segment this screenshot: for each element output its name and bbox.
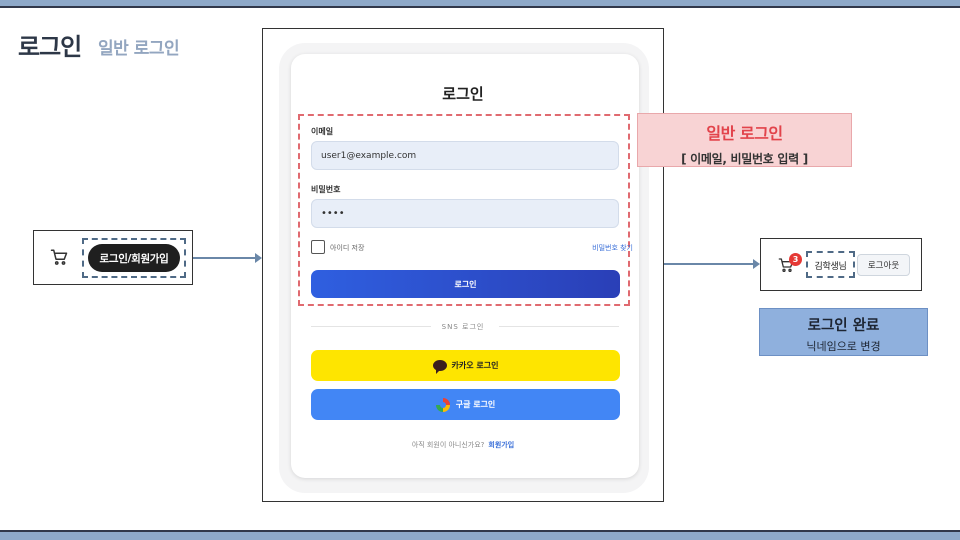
email-label: 이메일 — [311, 127, 334, 136]
arrow-to-login — [193, 253, 262, 263]
google-login-label: 구글 로그인 — [455, 400, 496, 409]
signup-prompt-text: 아직 회원이 아니신가요? — [411, 441, 485, 449]
login-page-frame: 로그인 이메일 user1@example.com 비밀번호 •••• 아이디 … — [262, 28, 664, 502]
top-band — [0, 0, 960, 8]
normal-login-callout: 일반 로그인 [ 이메일, 비밀번호 입력 ] — [637, 113, 852, 167]
done-title: 로그인 완료 — [807, 318, 880, 334]
page-title: 로그인 — [18, 33, 82, 61]
login-title: 로그인 — [442, 85, 484, 103]
login-signup-button[interactable]: 로그인/회원가입 — [88, 244, 180, 272]
kakao-login-label: 카카오 로그인 — [451, 361, 499, 370]
cart-icon[interactable] — [50, 248, 68, 266]
login-complete-note: 로그인 완료 닉네임으로 변경 — [759, 308, 928, 356]
logout-button[interactable]: 로그아웃 — [857, 254, 910, 276]
header-before-login: 로그인/회원가입 — [33, 230, 193, 285]
kakao-login-button[interactable]: 카카오 로그인 — [311, 350, 620, 381]
login-submit-button[interactable]: 로그인 — [311, 270, 620, 298]
page-subtitle: 일반 로그인 — [98, 39, 180, 59]
sns-label: SNS 로그인 — [441, 323, 485, 331]
signup-link[interactable]: 회원가입 — [488, 441, 514, 449]
signup-prompt: 아직 회원이 아니신가요? 회원가입 — [263, 440, 663, 450]
done-desc: 닉네임으로 변경 — [806, 340, 881, 353]
cart-count-badge: 3 — [789, 253, 802, 266]
header-after-login: 3 김학생님 로그아웃 — [760, 238, 922, 291]
callout-desc: [ 이메일, 비밀번호 입력 ] — [681, 152, 808, 166]
google-logo-icon — [435, 397, 450, 412]
arrow-to-result — [664, 259, 760, 269]
password-input[interactable]: •••• — [311, 199, 619, 228]
kakao-chat-icon — [432, 360, 447, 374]
password-label: 비밀번호 — [311, 185, 341, 194]
google-login-button[interactable]: 구글 로그인 — [311, 389, 620, 420]
nickname[interactable]: 김학생님 — [808, 259, 853, 272]
login-signup-highlight: 로그인/회원가입 — [82, 238, 186, 278]
email-input[interactable]: user1@example.com — [311, 141, 619, 170]
find-password-link[interactable]: 비밀번호 찾기 — [592, 243, 633, 253]
callout-title: 일반 로그인 — [706, 124, 783, 143]
bottom-band — [0, 530, 960, 540]
remember-label: 아이디 저장 — [330, 244, 365, 252]
nickname-highlight: 김학생님 — [806, 251, 855, 278]
remember-checkbox[interactable] — [311, 240, 325, 254]
